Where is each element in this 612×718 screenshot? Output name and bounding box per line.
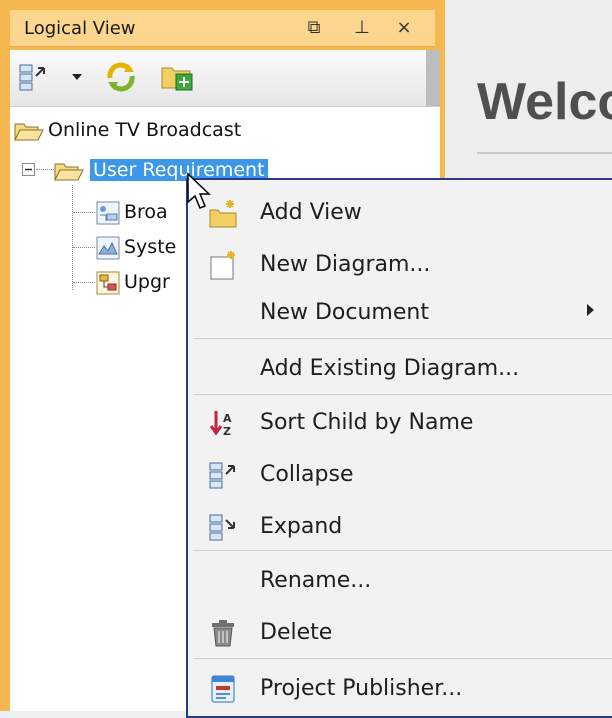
activity-diagram-icon: [96, 271, 120, 295]
tree-node-label: Online TV Broadcast: [48, 119, 242, 141]
menu-item-collapse[interactable]: Collapse: [188, 450, 612, 498]
menu-item-label: Rename...: [260, 568, 372, 593]
tree-connector: [73, 247, 95, 248]
menu-item-label: Collapse: [260, 462, 354, 487]
tree-connector: [73, 212, 95, 213]
menu-item-new-document[interactable]: New Document: [188, 288, 612, 336]
tree-connector: [36, 169, 54, 170]
menu-separator: [193, 338, 612, 339]
menu-item-label: Sort Child by Name: [260, 410, 474, 435]
collapse-tree-icon[interactable]: [18, 62, 48, 92]
welcome-heading: Welco: [477, 73, 612, 131]
new-diagram-icon: [210, 251, 235, 280]
add-view-icon[interactable]: [160, 60, 194, 94]
tree-connector: [73, 282, 95, 283]
menu-item-label: Add View: [260, 200, 362, 225]
context-menu: Add View New Diagram... New Document Add…: [186, 178, 612, 718]
toolbar-scrollbar[interactable]: [426, 50, 440, 106]
menu-item-project-publisher[interactable]: Project Publisher...: [188, 664, 612, 712]
submenu-arrow-icon: [587, 304, 594, 316]
tree-node-label: Upgr: [124, 271, 170, 293]
menu-item-new-diagram[interactable]: New Diagram...: [188, 240, 612, 288]
collapse-icon: [209, 462, 235, 489]
menu-item-add-existing-diagram[interactable]: Add Existing Diagram...: [188, 344, 612, 392]
menu-item-add-view[interactable]: Add View: [188, 188, 612, 236]
tree-connector: [72, 185, 73, 290]
divider: [477, 152, 612, 154]
dropdown-arrow-icon[interactable]: [72, 74, 82, 82]
panel-title: Logical View: [24, 18, 136, 39]
close-icon[interactable]: ×: [392, 16, 416, 40]
menu-item-label: Project Publisher...: [260, 676, 463, 701]
refresh-icon[interactable]: [104, 60, 138, 94]
folder-open-icon: [14, 123, 44, 141]
use-case-diagram-icon: [96, 201, 120, 225]
restore-icon[interactable]: ⧉: [302, 16, 326, 40]
panel-toolbar: [10, 50, 440, 107]
expand-icon: [209, 514, 235, 541]
tree-node-label: Broa: [124, 201, 168, 223]
menu-separator: [193, 550, 612, 551]
menu-separator: [193, 394, 612, 395]
menu-item-label: New Diagram...: [260, 252, 431, 277]
collapse-toggle-icon[interactable]: [22, 163, 35, 176]
svg-text:Z: Z: [223, 425, 231, 438]
menu-item-label: Delete: [260, 620, 333, 645]
pin-icon[interactable]: ⊥: [350, 16, 374, 40]
menu-item-delete[interactable]: Delete: [188, 608, 612, 656]
publisher-icon: [211, 675, 235, 703]
system-diagram-icon: [96, 236, 120, 260]
menu-item-label: Expand: [260, 514, 343, 539]
mouse-cursor-icon: [187, 172, 211, 209]
menu-item-expand[interactable]: Expand: [188, 502, 612, 550]
folder-open-icon: [54, 163, 84, 181]
svg-text:A: A: [223, 412, 232, 425]
tree-node-label: Syste: [124, 236, 177, 258]
menu-item-label: New Document: [260, 300, 429, 325]
add-view-icon: [209, 200, 237, 228]
menu-item-label: Add Existing Diagram...: [260, 356, 520, 381]
menu-item-sort-child-by-name[interactable]: A Z Sort Child by Name: [188, 398, 612, 446]
panel-header: Logical View ⧉ ⊥ ×: [10, 10, 435, 47]
menu-item-rename[interactable]: Rename...: [188, 556, 612, 604]
menu-separator: [193, 658, 612, 659]
sort-az-icon: A Z: [209, 411, 232, 438]
trash-icon: [212, 620, 234, 647]
